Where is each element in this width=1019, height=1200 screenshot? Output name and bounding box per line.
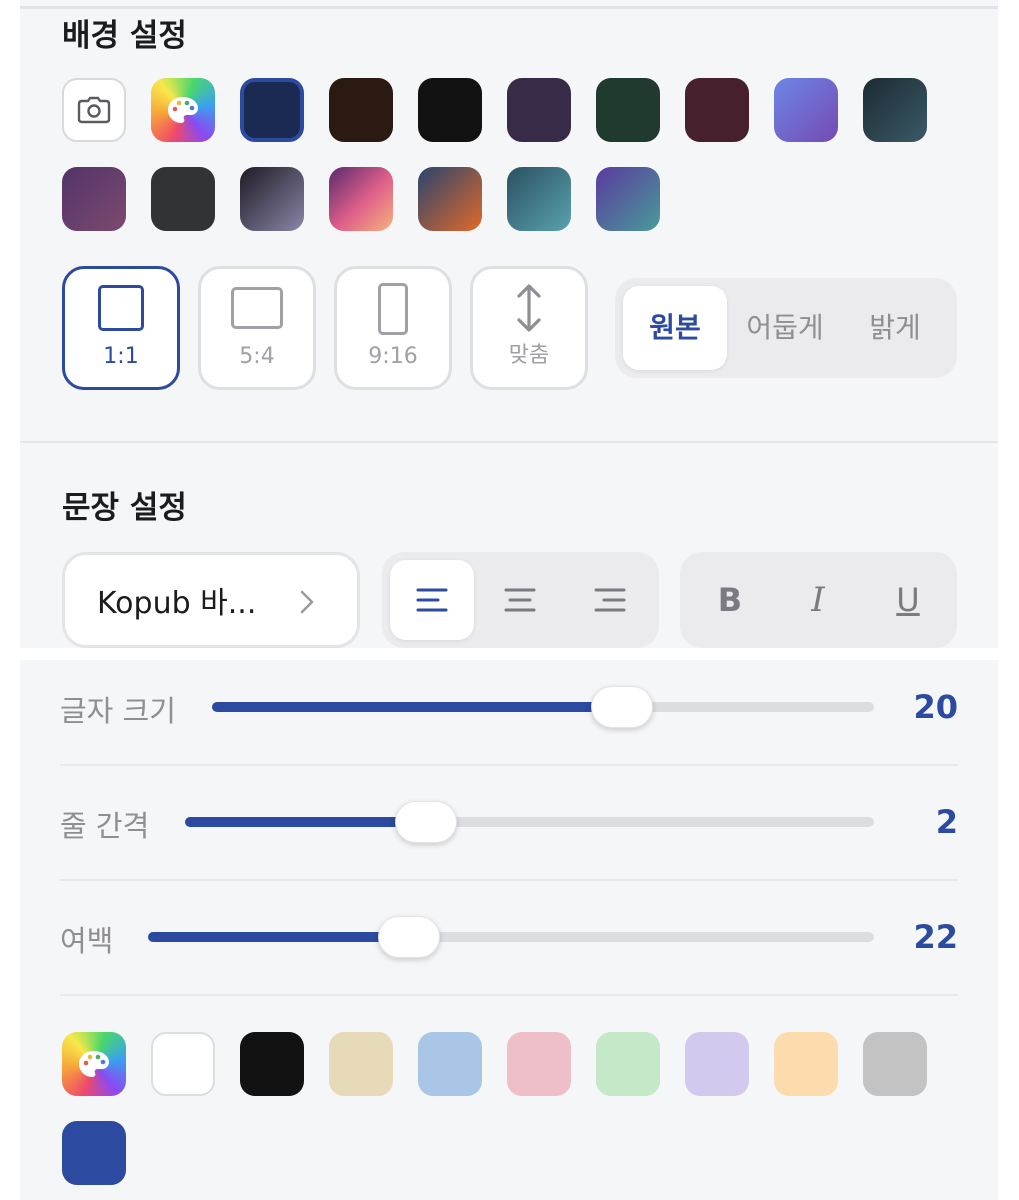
chevron-right-icon	[300, 590, 314, 614]
portrait-ratio-icon	[378, 283, 408, 335]
palette-icon	[79, 1051, 109, 1077]
line-spacing-slider-fill	[185, 817, 427, 827]
section-divider	[20, 441, 998, 443]
bold-label: B	[717, 581, 743, 619]
font-size-slider-track[interactable]	[212, 702, 874, 712]
italic-button[interactable]: I	[776, 560, 860, 640]
text-color-swatch-white[interactable]	[151, 1032, 215, 1096]
ratio-1-1-button[interactable]: 1:1	[62, 266, 180, 390]
segment-label: 원본	[649, 311, 701, 344]
line-spacing-slider-track[interactable]	[185, 817, 874, 827]
padding-slider-fill	[148, 932, 410, 942]
align-right-icon	[594, 588, 626, 612]
font-size-slider-fill	[212, 702, 623, 712]
top-edge-divider	[20, 6, 998, 9]
camera-icon	[77, 96, 111, 124]
background-swatch-sunset-gradient[interactable]	[329, 167, 393, 231]
padding-label: 여백	[60, 924, 114, 958]
background-swatch-dusk-gradient[interactable]	[240, 167, 304, 231]
ratio-5-4-button[interactable]: 5:4	[198, 266, 316, 390]
row-divider	[60, 879, 958, 881]
segment-label: 밝게	[869, 311, 921, 344]
line-spacing-slider-thumb[interactable]	[395, 801, 458, 843]
align-left-icon	[416, 588, 448, 612]
vertical-arrows-icon	[517, 284, 541, 332]
font-selector[interactable]: Kopub 바...	[62, 552, 360, 648]
align-left-button[interactable]	[390, 560, 474, 640]
align-center-icon	[504, 588, 536, 612]
text-align-control	[382, 552, 659, 648]
font-size-label: 글자 크기	[60, 694, 176, 728]
background-swatch-dark-brown[interactable]	[329, 78, 393, 142]
brightness-dark-option[interactable]: 어둡게	[745, 286, 825, 370]
background-swatch-aurora-gradient[interactable]	[596, 167, 660, 231]
brightness-original-option[interactable]: 원본	[623, 286, 727, 370]
background-section-title: 배경 설정	[62, 18, 187, 54]
background-swatch-wine[interactable]	[685, 78, 749, 142]
background-swatch-navy[interactable]	[240, 78, 304, 142]
slider-settings-panel	[20, 660, 998, 1200]
font-size-slider-thumb[interactable]	[591, 686, 654, 728]
text-color-swatch-lavender[interactable]	[685, 1032, 749, 1096]
text-color-swatch-pink[interactable]	[507, 1032, 571, 1096]
background-swatch-violet-gradient[interactable]	[774, 78, 838, 142]
text-color-swatch-light-blue[interactable]	[418, 1032, 482, 1096]
padding-slider-thumb[interactable]	[378, 916, 441, 958]
row-divider	[60, 994, 958, 996]
custom-background-color-button[interactable]	[151, 78, 215, 142]
underline-button[interactable]: U	[866, 560, 950, 640]
background-swatch-slate-gradient[interactable]	[863, 78, 927, 142]
landscape-ratio-icon	[231, 287, 283, 329]
background-swatch-charcoal[interactable]	[151, 167, 215, 231]
custom-text-color-button[interactable]	[62, 1032, 126, 1096]
square-ratio-icon	[98, 285, 144, 331]
brightness-segmented-control: 원본 어둡게 밝게	[615, 278, 957, 378]
ratio-fit-button[interactable]: 맞춤	[470, 266, 588, 390]
background-swatch-dark-purple[interactable]	[507, 78, 571, 142]
background-swatch-black[interactable]	[418, 78, 482, 142]
text-color-swatch-black[interactable]	[240, 1032, 304, 1096]
text-color-swatch-peach[interactable]	[774, 1032, 838, 1096]
ratio-label: 맞춤	[508, 343, 550, 368]
background-swatch-ember-gradient[interactable]	[418, 167, 482, 231]
font-name: Kopub 바...	[97, 586, 257, 621]
padding-value: 22	[913, 918, 958, 956]
line-spacing-label: 줄 간격	[60, 809, 150, 843]
background-swatch-dark-green[interactable]	[596, 78, 660, 142]
brightness-light-option[interactable]: 밝게	[841, 286, 949, 370]
font-size-value: 20	[913, 688, 958, 726]
ratio-label: 5:4	[239, 344, 275, 369]
text-section-title: 문장 설정	[62, 490, 187, 526]
segment-label: 어둡게	[746, 311, 824, 344]
ratio-label: 9:16	[368, 344, 418, 369]
ratio-9-16-button[interactable]: 9:16	[334, 266, 452, 390]
palette-icon	[168, 97, 198, 123]
text-color-swatch-mint[interactable]	[596, 1032, 660, 1096]
line-spacing-value: 2	[935, 803, 958, 841]
bold-button[interactable]: B	[688, 560, 772, 640]
padding-slider-track[interactable]	[148, 932, 874, 942]
text-color-swatch-royal-blue[interactable]	[62, 1121, 126, 1185]
background-swatch-teal-gradient[interactable]	[507, 167, 571, 231]
align-center-button[interactable]	[478, 560, 562, 640]
text-color-swatch-beige[interactable]	[329, 1032, 393, 1096]
row-divider	[60, 764, 958, 766]
camera-upload-button[interactable]	[62, 78, 126, 142]
underline-label: U	[896, 581, 920, 619]
ratio-label: 1:1	[103, 344, 139, 369]
background-swatch-plum-gradient[interactable]	[62, 167, 126, 231]
text-style-control: B I U	[680, 552, 957, 648]
align-right-button[interactable]	[568, 560, 652, 640]
text-color-swatch-gray[interactable]	[863, 1032, 927, 1096]
italic-label: I	[811, 580, 825, 620]
